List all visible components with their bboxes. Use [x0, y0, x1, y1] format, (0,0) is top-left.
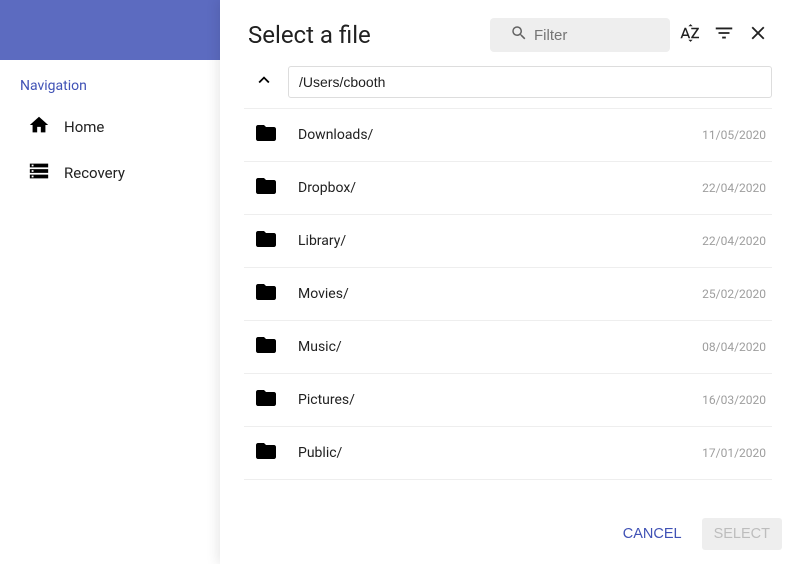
file-row[interactable]: Music/08/04/2020	[244, 321, 772, 374]
filter-button[interactable]	[710, 21, 738, 49]
search-icon	[510, 24, 528, 46]
file-row[interactable]: Library/22/04/2020	[244, 215, 772, 268]
file-name: Pictures/	[298, 392, 702, 408]
file-date: 22/04/2020	[702, 234, 766, 248]
file-name: Public/	[298, 445, 702, 461]
select-button[interactable]: SELECT	[702, 518, 782, 550]
file-dialog: Select a file	[220, 0, 796, 564]
file-name: Dropbox/	[298, 180, 702, 196]
sort-alpha-button[interactable]	[676, 21, 704, 49]
up-directory-button[interactable]	[244, 64, 284, 100]
file-row[interactable]: Movies/25/02/2020	[244, 268, 772, 321]
folder-icon	[254, 121, 278, 149]
file-row[interactable]: Downloads/11/05/2020	[244, 108, 772, 162]
file-name: Music/	[298, 339, 702, 355]
sidebar-section-title: Navigation	[0, 60, 220, 104]
file-date: 22/04/2020	[702, 181, 766, 195]
file-date: 08/04/2020	[702, 340, 766, 354]
folder-icon	[254, 227, 278, 255]
sidebar-item-recovery[interactable]: Recovery	[0, 150, 220, 196]
cancel-button[interactable]: CANCEL	[611, 518, 694, 550]
sort-alpha-icon	[679, 22, 701, 48]
filter-box[interactable]	[490, 18, 670, 52]
file-name: Library/	[298, 233, 702, 249]
sidebar-item-label: Recovery	[64, 164, 125, 182]
close-icon	[747, 22, 769, 48]
folder-icon	[254, 439, 278, 467]
sidebar-header	[0, 0, 220, 60]
file-row[interactable]: Dropbox/22/04/2020	[244, 162, 772, 215]
file-list: Downloads/11/05/2020Dropbox/22/04/2020Li…	[220, 108, 796, 506]
file-date: 16/03/2020	[702, 393, 766, 407]
filter-icon	[713, 22, 735, 48]
file-date: 25/02/2020	[702, 287, 766, 301]
close-button[interactable]	[744, 21, 772, 49]
folder-icon	[254, 333, 278, 361]
folder-icon	[254, 280, 278, 308]
sidebar: Navigation Home Recovery	[0, 0, 220, 564]
file-row[interactable]: Pictures/16/03/2020	[244, 374, 772, 427]
chevron-up-icon	[253, 69, 275, 95]
home-icon	[28, 114, 50, 140]
file-date: 17/01/2020	[702, 446, 766, 460]
sidebar-item-home[interactable]: Home	[0, 104, 220, 150]
file-row[interactable]: Public/17/01/2020	[244, 427, 772, 480]
folder-icon	[254, 174, 278, 202]
filter-input[interactable]	[534, 27, 650, 44]
file-name: Movies/	[298, 286, 702, 302]
sidebar-item-label: Home	[64, 118, 104, 136]
file-date: 11/05/2020	[702, 128, 766, 142]
storage-icon	[28, 160, 50, 186]
file-name: Downloads/	[298, 127, 702, 143]
path-input[interactable]	[288, 66, 772, 98]
dialog-title: Select a file	[248, 21, 371, 49]
folder-icon	[254, 386, 278, 414]
